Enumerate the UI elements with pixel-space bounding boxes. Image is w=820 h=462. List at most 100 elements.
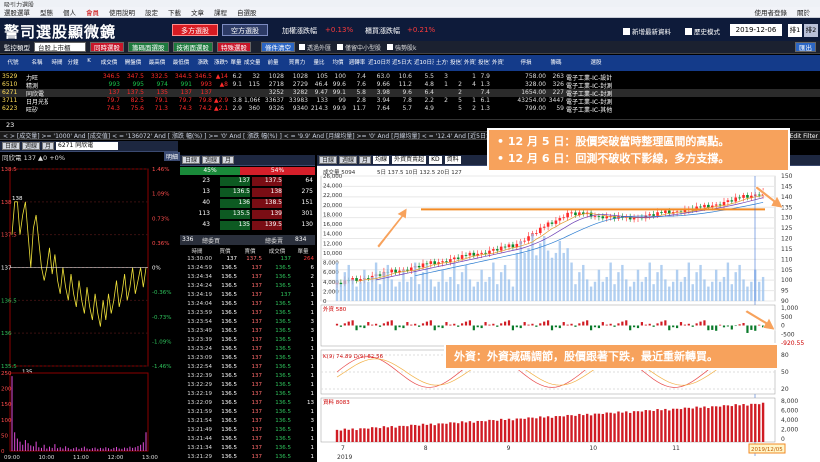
tab-monthly[interactable]: 月 [42, 142, 55, 150]
volume-bar [378, 284, 382, 301]
tab-weekly[interactable]: 週線 [22, 142, 41, 150]
tech-select-button[interactable]: 技術面選股 [172, 42, 213, 52]
foreign-bar [687, 323, 690, 326]
menu-item[interactable]: 課程 [214, 7, 227, 17]
table-row[interactable]: 3711日月光投控79.782.579.179.779.8▲2.93.81,06… [0, 97, 820, 106]
menu-item[interactable]: 個人 [63, 7, 76, 17]
column-header[interactable]: 均價 [330, 58, 346, 66]
long-select-button[interactable]: 多方選股 [172, 24, 218, 36]
strong-stock-checkbox[interactable] [387, 44, 394, 50]
menu-item[interactable]: 型態 [40, 7, 53, 17]
trade-cell: 13:21:49 [187, 427, 212, 433]
column-header[interactable]: 選股 [566, 58, 626, 66]
short-select-button[interactable]: 空方選股 [222, 24, 268, 36]
menu-item-login[interactable]: 使用者登錄 [755, 7, 788, 17]
table-cell: 6.4 [424, 89, 434, 96]
column-header[interactable]: 成交價 [98, 58, 120, 66]
table-row[interactable]: 6271 同欣電 137 137.5 135 137 137 3252 3282 9.47 99.1… [0, 89, 820, 98]
indicator-select-foreign[interactable]: 外資買賣超 [392, 156, 427, 164]
column-header[interactable]: 近10日均量 [368, 58, 390, 66]
column-header[interactable]: 時間 [50, 58, 64, 66]
column-header[interactable]: 單量 [230, 58, 242, 66]
trade-cell: 136.5 [275, 355, 291, 361]
menu-item[interactable]: 會員 [86, 7, 99, 17]
foreign-bar [609, 323, 612, 326]
menu-item[interactable]: 文章 [191, 7, 204, 17]
column-header[interactable]: 投信買 [450, 58, 462, 66]
menu-item[interactable]: 使用說明 [109, 7, 135, 17]
tab-monthly[interactable]: 月 [359, 156, 372, 164]
column-header[interactable]: K [82, 58, 96, 64]
foreign-bar [492, 323, 495, 326]
tab-weekly[interactable]: 週線 [202, 156, 221, 164]
column-header[interactable]: 停損 [506, 58, 546, 66]
table-cell: 3711 [2, 97, 18, 104]
column-header[interactable]: 籌碼 [548, 58, 564, 66]
column-header[interactable]: 外資買 [464, 58, 476, 66]
trade-cell: 137 [251, 400, 263, 406]
tab-list-2[interactable]: 排2 [804, 24, 818, 37]
tab-monthly[interactable]: 月 [222, 156, 235, 164]
column-header[interactable]: 分鐘 [66, 58, 80, 66]
fx-checkbox[interactable] [299, 44, 305, 50]
chip-select-button[interactable]: 籌碼面選股 [128, 42, 169, 52]
edit-filter-button[interactable]: Edit Filter [790, 132, 818, 141]
indicator-select-ma[interactable]: 均線 [373, 156, 390, 164]
column-header[interactable]: 近5日大戶 [392, 58, 412, 66]
table-row[interactable]: 3529 力旺 346.5 347.5 332.5 344.5 346.5 ▲14 6.2 32 1… [0, 73, 820, 82]
column-header[interactable]: 漲跌 [194, 58, 212, 66]
column-header[interactable]: 代號 [2, 58, 24, 66]
menu-item-about[interactable]: 關於 [797, 7, 810, 17]
menu-item[interactable]: 設定 [145, 7, 158, 17]
column-header[interactable]: 最低價 [170, 58, 192, 66]
column-header[interactable]: 前量 [262, 58, 284, 66]
menu-item[interactable]: 自選股 [237, 7, 257, 17]
tab-daily[interactable]: 日線 [182, 156, 201, 164]
latest-data-checkbox[interactable] [623, 27, 630, 35]
volume-bar [695, 272, 698, 301]
column-header[interactable]: 投信賣 [478, 58, 490, 66]
indicator-select-kd[interactable]: KD [429, 156, 442, 164]
small-cap-checkbox[interactable] [337, 44, 344, 50]
column-header[interactable]: 外資賣 [492, 58, 504, 66]
table-row[interactable]: 6510 精測 993 995 974 991 993 ▲8 9.1 115 2718 2729 46.… [0, 81, 820, 90]
column-header[interactable]: 近10日漲幅 [414, 58, 434, 66]
volume-bar [539, 243, 542, 301]
date-picker[interactable]: 2019-12-06 [730, 24, 782, 36]
margin-bar [652, 410, 655, 442]
stock-code-input[interactable]: 6271 同欣電 [56, 142, 119, 150]
tab-daily[interactable]: 日線 [319, 156, 338, 164]
column-header[interactable]: 量比 [310, 58, 328, 66]
market-select[interactable]: 台股上市櫃 [34, 42, 86, 52]
month-label: 7 [341, 445, 345, 452]
margin-bar [496, 420, 499, 442]
time-tick-label: 09:00 [4, 455, 20, 461]
menu-item[interactable]: 下載 [168, 7, 181, 17]
detail-button[interactable]: 明細 [164, 152, 181, 161]
tab-weekly[interactable]: 週線 [339, 156, 358, 164]
column-header[interactable]: 最高價 [146, 58, 168, 66]
trade-cell: 136.5 [221, 454, 237, 460]
export-button[interactable]: 匯出 [795, 42, 816, 52]
tab-list-1[interactable]: 排1 [788, 24, 802, 37]
indicator-select-data[interactable]: 資料 [444, 156, 461, 164]
column-header[interactable]: 土方信 [436, 58, 448, 66]
column-header[interactable]: 漲跌% [214, 58, 228, 66]
column-header[interactable]: 開盤價 [122, 58, 144, 66]
column-header[interactable]: 買賣力 [286, 58, 308, 66]
concurrent-select-button[interactable]: 同時選股 [90, 42, 124, 52]
foreign-bar [578, 323, 581, 326]
menu-item[interactable]: 選股選單 [4, 7, 30, 17]
table-row[interactable]: 6223 旺矽 74.3 75.6 71.3 74.3 74.2 ▲2.1 2.9 360 9326… [0, 105, 820, 114]
volume-bar [730, 284, 734, 301]
column-header[interactable]: 週轉率 [348, 58, 366, 66]
tab-daily[interactable]: 日線 [2, 142, 21, 150]
column-header[interactable]: 名稱 [26, 58, 48, 66]
clear-conditions-button[interactable]: 條件清空 [261, 42, 295, 52]
volume-tick-label: 14,000 [323, 232, 343, 238]
special-select-button[interactable]: 特殊選股 [217, 42, 251, 52]
column-header[interactable]: 成交量 [244, 58, 260, 66]
history-mode-checkbox[interactable] [685, 27, 692, 35]
volume-bar [617, 272, 620, 301]
table-cell: 993 [200, 81, 212, 88]
